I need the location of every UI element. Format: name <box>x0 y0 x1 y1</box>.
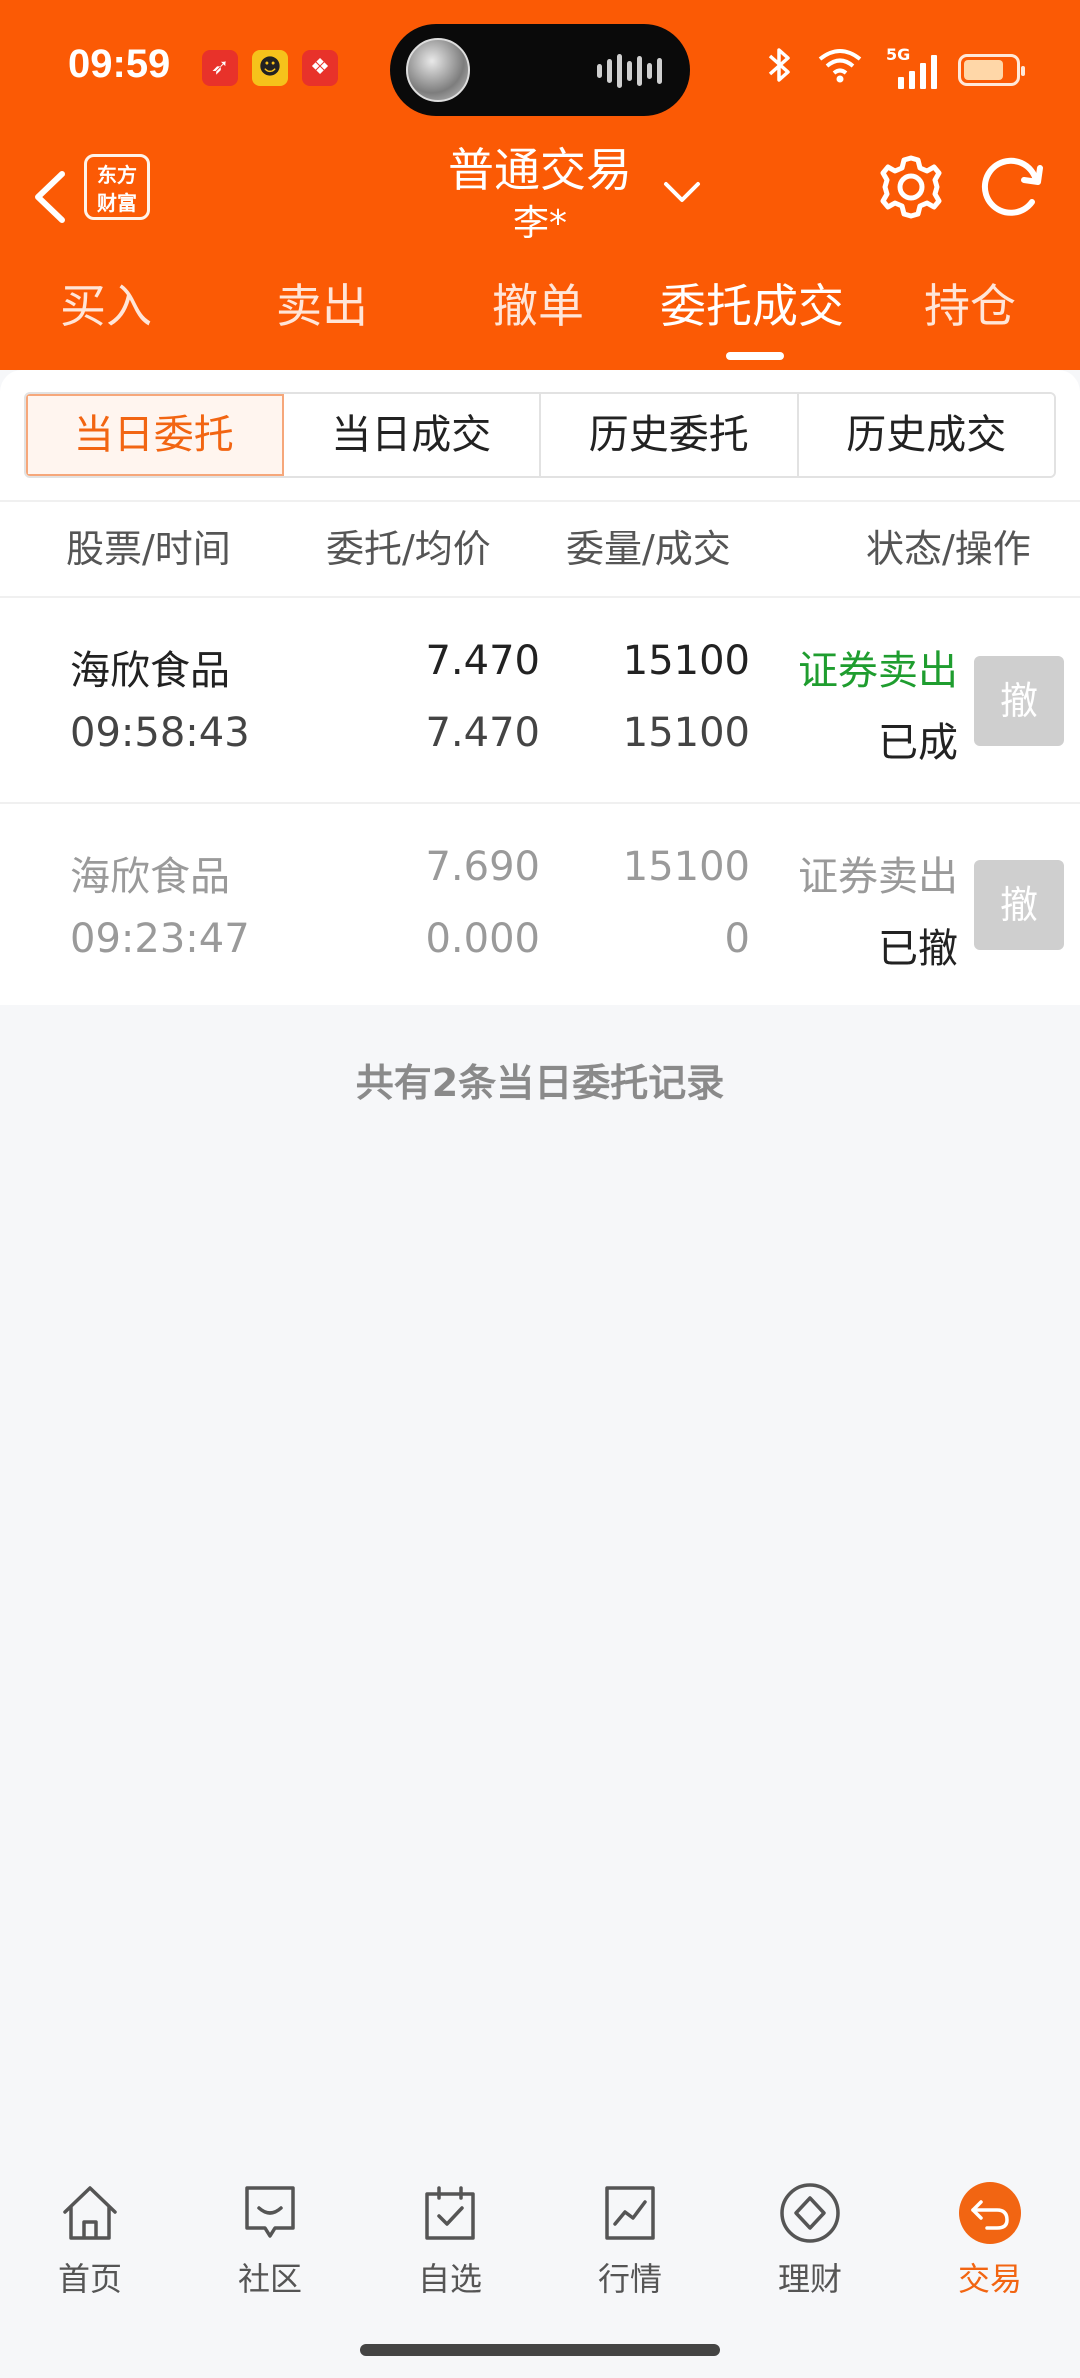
logo-text-line1: 东方 <box>97 163 137 187</box>
order-price: 7.690 <box>425 844 540 890</box>
top-tabs: 买入 卖出 撤单 委托成交 持仓 <box>0 270 1080 350</box>
chevron-left-icon <box>35 171 65 223</box>
audio-wave-icon <box>597 54 662 88</box>
status-bar: 09:59 ➶ ☻ ❖ 5G <box>0 0 1080 140</box>
status-time: 09:59 <box>68 42 171 86</box>
nav-label: 行情 <box>597 2260 662 2298</box>
filled-qty: 15100 <box>622 710 750 756</box>
stock-name: 海欣食品 <box>70 648 230 694</box>
tab-positions[interactable]: 持仓 <box>924 270 1016 336</box>
cancel-order-button[interactable]: 撤 <box>974 860 1064 950</box>
wifi-icon <box>816 47 864 92</box>
back-button[interactable] <box>20 162 80 232</box>
order-row[interactable]: 海欣食品 09:58:43 7.470 7.470 15100 15100 证券… <box>0 598 1080 804</box>
filled-qty: 0 <box>724 916 750 962</box>
chart-icon <box>605 2186 655 2240</box>
order-row[interactable]: 海欣食品 09:23:47 7.690 0.000 15100 0 证券卖出 已… <box>0 800 1080 1006</box>
segment-history-trades[interactable]: 历史成交 <box>798 394 1054 476</box>
cancel-order-button[interactable]: 撤 <box>974 656 1064 746</box>
nav-label: 交易 <box>957 2260 1022 2298</box>
refresh-button[interactable] <box>974 150 1048 224</box>
settings-button[interactable] <box>874 150 948 224</box>
records-summary: 共有2条当日委托记录 <box>355 1061 725 1105</box>
trade-icon <box>959 2182 1021 2244</box>
chevron-down-icon[interactable] <box>660 170 704 214</box>
watchlist-icon <box>425 2186 475 2240</box>
tab-orders-trades[interactable]: 委托成交 <box>660 270 844 336</box>
column-header-price-avg: 委托/均价 <box>326 527 491 571</box>
music-cover-icon <box>406 38 470 102</box>
order-type: 证券卖出 <box>798 854 958 900</box>
column-header-stock-time: 股票/时间 <box>66 527 231 571</box>
cellular-signal-icon: 5G <box>886 45 937 89</box>
app-notification-icon: ❖ <box>302 50 338 86</box>
brand-logo[interactable]: 东方 财富 <box>84 154 150 220</box>
order-qty: 15100 <box>622 638 750 684</box>
nav-label: 首页 <box>57 2260 122 2298</box>
diamond-icon <box>780 2183 840 2243</box>
nav-watchlist[interactable]: 自选 <box>390 2180 510 2300</box>
order-status: 已撤 <box>878 926 958 972</box>
system-icons: 5G <box>764 45 1025 93</box>
nav-label: 理财 <box>777 2260 842 2298</box>
order-status: 已成 <box>878 720 958 766</box>
refresh-icon <box>981 157 1043 216</box>
dynamic-island[interactable] <box>390 24 690 116</box>
column-header-qty-filled: 委量/成交 <box>566 527 731 571</box>
order-qty: 15100 <box>622 844 750 890</box>
tab-cancel-order[interactable]: 撤单 <box>492 270 584 336</box>
nav-community[interactable]: 社区 <box>210 2180 330 2300</box>
order-type: 证券卖出 <box>798 648 958 694</box>
segment-today-trades[interactable]: 当日成交 <box>283 394 541 476</box>
nav-wealth[interactable]: 理财 <box>750 2180 870 2300</box>
account-name: 李* <box>512 203 567 244</box>
logo-text-line2: 财富 <box>97 191 137 215</box>
stock-name: 海欣食品 <box>70 854 230 900</box>
bottom-nav: 首页 社区 自选 行情 理财 交易 <box>0 2180 1080 2330</box>
app-notification-icon: ➶ <box>202 50 238 86</box>
tab-sell[interactable]: 卖出 <box>276 270 368 336</box>
active-tab-indicator <box>726 352 784 360</box>
order-time: 09:23:47 <box>70 916 250 962</box>
nav-bar: 东方 财富 普通交易 李* <box>0 140 1080 260</box>
notification-icons: ➶ ☻ ❖ <box>202 50 338 86</box>
segment-control: 当日委托 当日成交 历史委托 历史成交 <box>24 392 1056 478</box>
nav-label: 自选 <box>417 2260 482 2298</box>
bluetooth-icon <box>764 46 794 93</box>
divider <box>0 500 1080 502</box>
segment-today-orders[interactable]: 当日委托 <box>26 394 284 476</box>
nav-trade[interactable]: 交易 <box>930 2180 1050 2300</box>
home-indicator[interactable] <box>360 2344 720 2356</box>
battery-icon <box>958 53 1025 86</box>
page-title: 普通交易 <box>448 143 632 197</box>
segment-history-orders[interactable]: 历史委托 <box>541 394 799 476</box>
nav-market[interactable]: 行情 <box>570 2180 690 2300</box>
home-icon <box>63 2186 117 2240</box>
account-title[interactable]: 普通交易 李* <box>380 140 700 248</box>
nav-home[interactable]: 首页 <box>30 2180 150 2300</box>
app-notification-icon: ☻ <box>252 50 288 86</box>
avg-price: 7.470 <box>425 710 540 756</box>
tab-buy[interactable]: 买入 <box>60 270 152 336</box>
avg-price: 0.000 <box>425 916 540 962</box>
chat-icon <box>245 2186 295 2238</box>
order-price: 7.470 <box>425 638 540 684</box>
nav-label: 社区 <box>237 2260 302 2298</box>
column-header-status-action: 状态/操作 <box>866 527 1031 571</box>
order-time: 09:58:43 <box>70 710 250 756</box>
gear-icon <box>880 155 942 219</box>
